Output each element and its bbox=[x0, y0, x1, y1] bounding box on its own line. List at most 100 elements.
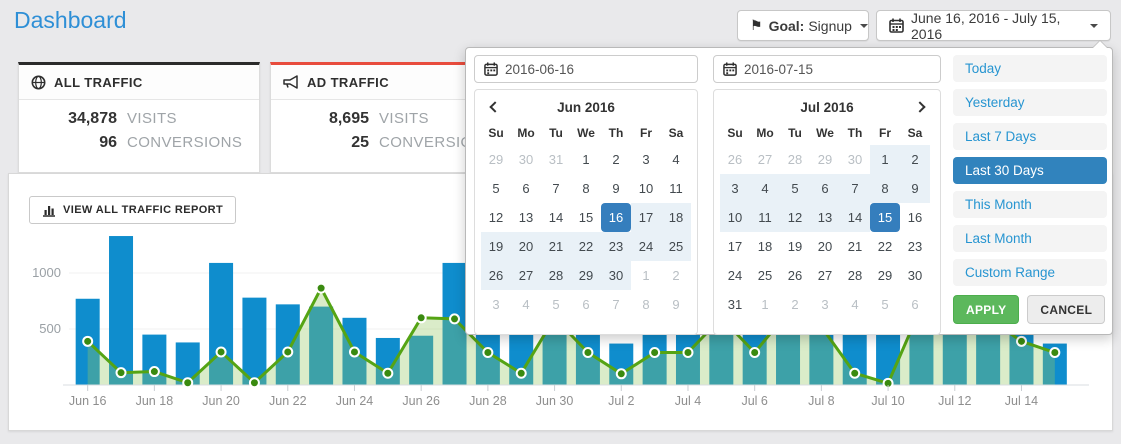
calendar-day[interactable]: 11 bbox=[750, 203, 780, 232]
calendar-day[interactable]: 30 bbox=[900, 261, 930, 290]
calendar-day[interactable]: 28 bbox=[840, 261, 870, 290]
calendar-day[interactable]: 1 bbox=[870, 145, 900, 174]
calendar-day[interactable]: 29 bbox=[870, 261, 900, 290]
start-date-input[interactable] bbox=[505, 62, 688, 77]
calendar-day[interactable]: 18 bbox=[750, 232, 780, 261]
calendar-day[interactable]: 5 bbox=[481, 174, 511, 203]
range-option-last-month[interactable]: Last Month bbox=[953, 225, 1107, 252]
calendar-day[interactable]: 8 bbox=[571, 174, 601, 203]
calendar-day[interactable]: 3 bbox=[720, 174, 750, 203]
previous-month-icon[interactable] bbox=[489, 101, 500, 112]
calendar-day[interactable]: 12 bbox=[780, 203, 810, 232]
calendar-day[interactable]: 21 bbox=[541, 232, 571, 261]
calendar-day[interactable]: 26 bbox=[780, 261, 810, 290]
calendar-day[interactable]: 20 bbox=[511, 232, 541, 261]
calendar-day[interactable]: 15 bbox=[571, 203, 601, 232]
calendar-day[interactable]: 25 bbox=[750, 261, 780, 290]
calendar-day[interactable]: 6 bbox=[511, 174, 541, 203]
calendar-day[interactable]: 17 bbox=[720, 232, 750, 261]
calendar-day[interactable]: 3 bbox=[631, 145, 661, 174]
calendar-day[interactable]: 24 bbox=[720, 261, 750, 290]
calendar-day[interactable]: 30 bbox=[601, 261, 631, 290]
chart-point[interactable] bbox=[583, 348, 592, 357]
cancel-button[interactable]: CANCEL bbox=[1027, 295, 1105, 324]
calendar-day[interactable]: 23 bbox=[900, 232, 930, 261]
date-range-button[interactable]: June 16, 2016 - July 15, 2016 bbox=[876, 10, 1111, 41]
calendar-day[interactable]: 14 bbox=[541, 203, 571, 232]
calendar-day[interactable]: 26 bbox=[481, 261, 511, 290]
calendar-day[interactable]: 15 bbox=[870, 203, 900, 232]
calendar-day[interactable]: 16 bbox=[601, 203, 631, 232]
calendar-day[interactable]: 1 bbox=[571, 145, 601, 174]
chart-point[interactable] bbox=[150, 367, 159, 376]
calendar-day[interactable]: 19 bbox=[481, 232, 511, 261]
chart-point[interactable] bbox=[283, 347, 292, 356]
chart-point[interactable] bbox=[250, 378, 259, 387]
calendar-day[interactable]: 23 bbox=[601, 232, 631, 261]
range-option-last-30-days[interactable]: Last 30 Days bbox=[953, 157, 1107, 184]
calendar-day[interactable]: 21 bbox=[840, 232, 870, 261]
calendar-day[interactable]: 13 bbox=[810, 203, 840, 232]
range-option-yesterday[interactable]: Yesterday bbox=[953, 89, 1107, 116]
calendar-day[interactable]: 11 bbox=[661, 174, 691, 203]
chart-point[interactable] bbox=[450, 314, 459, 323]
end-date-input[interactable] bbox=[744, 62, 931, 77]
calendar-day[interactable]: 2 bbox=[900, 145, 930, 174]
chart-point[interactable] bbox=[117, 368, 126, 377]
chart-bar[interactable] bbox=[109, 236, 133, 385]
next-month-icon[interactable] bbox=[914, 101, 925, 112]
chart-point[interactable] bbox=[850, 369, 859, 378]
chart-point[interactable] bbox=[1050, 348, 1059, 357]
chart-point[interactable] bbox=[517, 369, 526, 378]
chart-point[interactable] bbox=[383, 369, 392, 378]
chart-point[interactable] bbox=[417, 313, 426, 322]
chart-point[interactable] bbox=[317, 284, 326, 293]
calendar-day[interactable]: 5 bbox=[780, 174, 810, 203]
chart-point[interactable] bbox=[183, 378, 192, 387]
calendar-day[interactable]: 13 bbox=[511, 203, 541, 232]
calendar-day[interactable]: 22 bbox=[870, 232, 900, 261]
end-date-field[interactable] bbox=[713, 55, 941, 83]
calendar-day[interactable]: 27 bbox=[511, 261, 541, 290]
calendar-day[interactable]: 2 bbox=[601, 145, 631, 174]
chart-point[interactable] bbox=[617, 369, 626, 378]
calendar-day[interactable]: 19 bbox=[780, 232, 810, 261]
start-date-field[interactable] bbox=[474, 55, 698, 83]
calendar-day[interactable]: 7 bbox=[541, 174, 571, 203]
calendar-day[interactable]: 28 bbox=[541, 261, 571, 290]
calendar-day[interactable]: 7 bbox=[840, 174, 870, 203]
chart-point[interactable] bbox=[217, 347, 226, 356]
calendar-day[interactable]: 4 bbox=[750, 174, 780, 203]
range-option-custom-range[interactable]: Custom Range bbox=[953, 259, 1107, 286]
all-traffic-card[interactable]: ALL TRAFFIC 34,878 VISITS 96 CONVERSIONS bbox=[18, 62, 260, 173]
range-option-this-month[interactable]: This Month bbox=[953, 191, 1107, 218]
range-option-last-7-days[interactable]: Last 7 Days bbox=[953, 123, 1107, 150]
calendar-day[interactable]: 10 bbox=[631, 174, 661, 203]
chart-point[interactable] bbox=[1017, 337, 1026, 346]
chart-point[interactable] bbox=[83, 337, 92, 346]
calendar-day[interactable]: 20 bbox=[810, 232, 840, 261]
goal-selector-button[interactable]: ⚑ Goal: Signup bbox=[737, 10, 869, 41]
calendar-day[interactable]: 9 bbox=[601, 174, 631, 203]
range-option-today[interactable]: Today bbox=[953, 55, 1107, 82]
chart-point[interactable] bbox=[750, 348, 759, 357]
chart-point[interactable] bbox=[483, 348, 492, 357]
calendar-day[interactable]: 16 bbox=[900, 203, 930, 232]
calendar-day[interactable]: 24 bbox=[631, 232, 661, 261]
calendar-day[interactable]: 6 bbox=[810, 174, 840, 203]
calendar-day[interactable]: 27 bbox=[810, 261, 840, 290]
chart-point[interactable] bbox=[650, 348, 659, 357]
chart-point[interactable] bbox=[350, 347, 359, 356]
calendar-day[interactable]: 14 bbox=[840, 203, 870, 232]
calendar-day[interactable]: 9 bbox=[900, 174, 930, 203]
chart-bar[interactable] bbox=[242, 298, 266, 385]
calendar-day[interactable]: 22 bbox=[571, 232, 601, 261]
calendar-day[interactable]: 31 bbox=[720, 290, 750, 319]
calendar-day[interactable]: 10 bbox=[720, 203, 750, 232]
chart-point[interactable] bbox=[683, 348, 692, 357]
apply-button[interactable]: APPLY bbox=[953, 295, 1019, 324]
calendar-day[interactable]: 29 bbox=[571, 261, 601, 290]
calendar-day[interactable]: 4 bbox=[661, 145, 691, 174]
calendar-day[interactable]: 18 bbox=[661, 203, 691, 232]
calendar-day[interactable]: 12 bbox=[481, 203, 511, 232]
